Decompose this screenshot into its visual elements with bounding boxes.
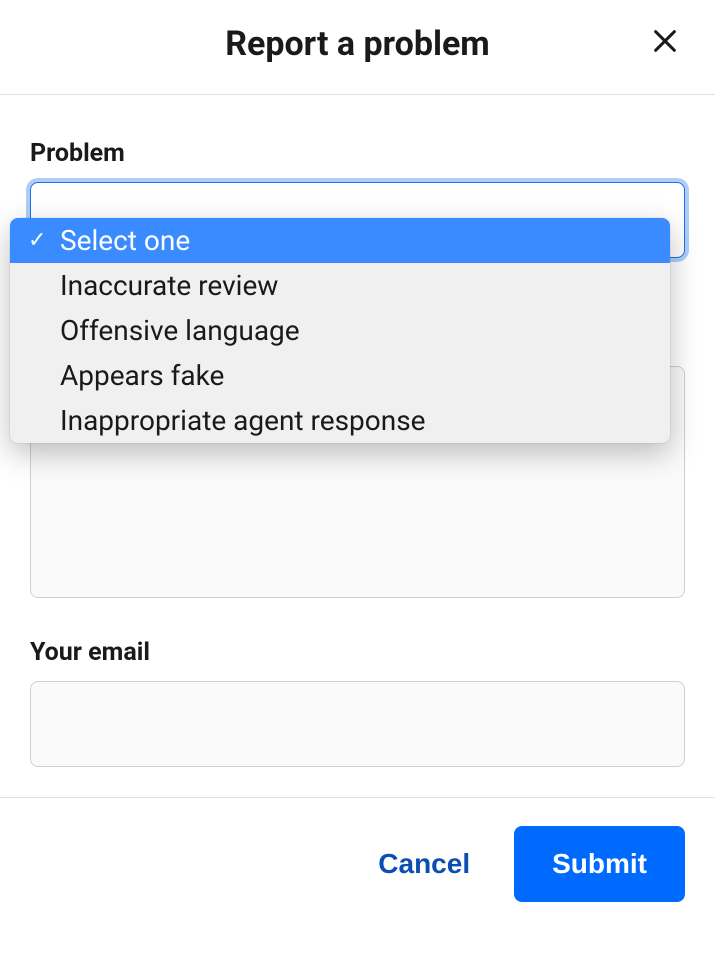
option-label: Inappropriate agent response — [60, 404, 426, 437]
problem-option-offensive-language[interactable]: Offensive language — [10, 308, 670, 353]
problem-dropdown: ✓ Select one Inaccurate review Offensive… — [10, 218, 670, 443]
close-button[interactable] — [645, 22, 685, 62]
email-field-group: Your email — [30, 638, 685, 767]
option-label: Appears fake — [60, 359, 224, 392]
report-problem-dialog: Report a problem Problem ✓ Select one — [0, 0, 715, 902]
problem-option-select-one[interactable]: ✓ Select one — [10, 218, 670, 263]
email-field[interactable] — [30, 681, 685, 767]
problem-label: Problem — [30, 139, 685, 168]
problem-option-inaccurate-review[interactable]: Inaccurate review — [10, 263, 670, 308]
cancel-button[interactable]: Cancel — [374, 838, 474, 890]
submit-button[interactable]: Submit — [514, 826, 685, 902]
email-label: Your email — [30, 638, 685, 667]
problem-field-group: Problem ✓ Select one Inaccurate review O… — [30, 139, 685, 258]
option-label: Inaccurate review — [60, 269, 278, 302]
dialog-footer: Cancel Submit — [0, 797, 715, 902]
close-icon — [651, 27, 679, 58]
dialog-header: Report a problem — [0, 0, 715, 95]
check-icon: ✓ — [28, 228, 46, 253]
dialog-body: Problem ✓ Select one Inaccurate review O… — [0, 95, 715, 797]
option-label: Offensive language — [60, 314, 300, 347]
option-label: Select one — [60, 224, 190, 257]
problem-option-inappropriate-agent-response[interactable]: Inappropriate agent response — [10, 398, 670, 443]
dialog-title: Report a problem — [225, 24, 490, 64]
problem-option-appears-fake[interactable]: Appears fake — [10, 353, 670, 398]
problem-select-wrap: ✓ Select one Inaccurate review Offensive… — [30, 182, 685, 258]
